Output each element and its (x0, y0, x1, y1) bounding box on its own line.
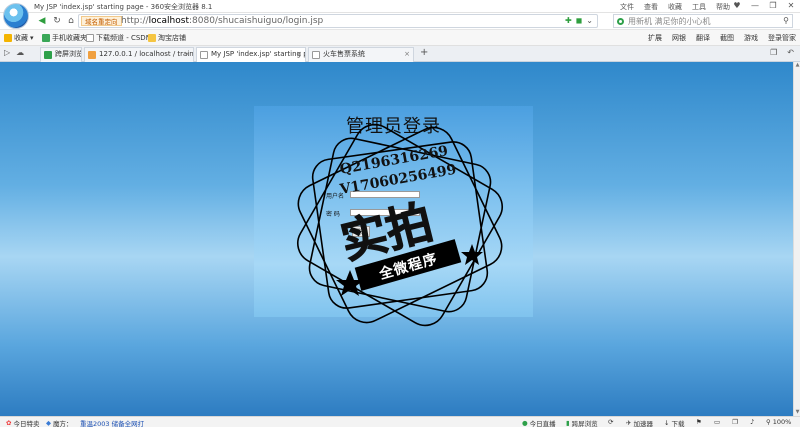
close-tab-icon[interactable]: × (404, 48, 410, 61)
close-tab-icon[interactable]: × (184, 48, 190, 61)
status-cross-screen[interactable]: ▮ 跨屏浏览 (566, 418, 598, 427)
tab-bar: ▷ ☁ 跨屏浏览 127.0.0.1 / localhost / trains:… (0, 46, 800, 62)
scroll-down-icon[interactable]: ▼ (794, 409, 800, 416)
bookmarks-bar: 收藏 ▾ 手机收藏夹 下载频道 - CSDN. 淘宝店铺 扩展 网银 翻译 截图… (0, 30, 800, 46)
menu-favorites[interactable]: 收藏 (668, 2, 682, 12)
cross-screen-icon (44, 51, 52, 59)
redirect-badge: 域名重定向 (81, 16, 122, 26)
tool-extensions[interactable]: 扩展 (648, 33, 662, 43)
bookmark-taobao[interactable]: 淘宝店铺 (148, 33, 186, 43)
status-zoom[interactable]: ⚲ 100% (766, 418, 791, 426)
tab-right-controls: ❐ ↶ (770, 48, 794, 57)
status-news-link[interactable]: 重温2003 储备全网打 (80, 418, 144, 427)
close-tab-icon[interactable]: × (296, 48, 302, 61)
tab-cross-screen[interactable]: 跨屏浏览 (40, 47, 82, 62)
status-accelerator[interactable]: ✈ 加速器 (626, 418, 653, 427)
browser-logo-icon[interactable] (3, 3, 29, 29)
tool-translate[interactable]: 翻译 (696, 33, 710, 43)
tab-train-system[interactable]: 火车售票系统 × (308, 47, 414, 62)
title-bar: My JSP 'index.jsp' starting page - 360安全… (0, 0, 800, 29)
status-download[interactable]: ↓ 下载 (664, 418, 684, 427)
secure-icon[interactable]: ✚ (565, 16, 572, 25)
tab-list-icon[interactable]: ❐ (770, 48, 777, 57)
tab-phpmyadmin[interactable]: 127.0.0.1 / localhost / trains: × (84, 47, 194, 62)
cube-icon: ◆ (46, 419, 51, 427)
compat-icon[interactable]: ◼ (576, 16, 583, 25)
page-icon (86, 34, 94, 42)
url-icons: ✚ ◼ ⌄ (565, 16, 593, 25)
bookmark-mobile[interactable]: 手机收藏夹 (42, 33, 87, 43)
phone-icon: ▮ (566, 419, 570, 427)
status-magic-cube[interactable]: ◆ 魔方： (46, 418, 73, 427)
tab-login-page[interactable]: My JSP 'index.jsp' starting p: × (196, 47, 306, 62)
status-live[interactable]: ● 今日直播 (522, 418, 556, 427)
address-bar: ◀ ↻ ⌂ 域名重定向 http://localhost:8080/shucai… (0, 13, 800, 30)
tab-page-icon (200, 51, 208, 59)
page-title: 管理员登录 (346, 116, 441, 137)
status-volume-icon[interactable]: ♪ (750, 418, 754, 426)
tool-screenshot[interactable]: 截图 (720, 33, 734, 43)
url-input[interactable]: 域名重定向 http://localhost:8080/shucaishuigu… (78, 14, 598, 28)
tab-page-icon (312, 51, 320, 59)
bookmark-tools: 扩展 网银 翻译 截图 游戏 登录管家 (648, 33, 796, 43)
bookmark-favorites[interactable]: 收藏 ▾ (4, 33, 34, 43)
title-menu: 文件 查看 收藏 工具 帮助 (620, 2, 730, 12)
zoom-icon: ⚲ (766, 418, 771, 426)
star-icon (4, 34, 12, 42)
gift-icon: ✿ (6, 419, 12, 427)
tab-left-controls: ▷ ☁ (4, 48, 24, 57)
live-icon: ● (522, 419, 528, 427)
menu-file[interactable]: 文件 (620, 2, 634, 12)
home-icon[interactable]: ⌂ (65, 15, 77, 27)
minimize-icon[interactable]: — (750, 1, 760, 10)
back-icon[interactable]: ◀ (36, 15, 48, 27)
search-engine-icon[interactable] (617, 18, 624, 25)
url-text: http://localhost:8080/shucaishuiguo/logi… (121, 16, 324, 26)
status-window-icon[interactable]: ▭ (714, 418, 720, 426)
undo-close-icon[interactable]: ↶ (787, 48, 794, 57)
menu-view[interactable]: 查看 (644, 2, 658, 12)
folder-icon (148, 34, 156, 42)
skin-icon[interactable]: ♥ (732, 1, 742, 10)
download-icon: ↓ (664, 419, 670, 427)
menu-tools[interactable]: 工具 (692, 2, 706, 12)
tool-bank[interactable]: 网银 (672, 33, 686, 43)
phone-icon (42, 34, 50, 42)
status-flag-icon[interactable]: ⚑ (696, 418, 702, 426)
status-tile-icon[interactable]: ❐ (732, 418, 738, 426)
status-sync-icon[interactable]: ⟳ (608, 418, 613, 426)
status-today-sale[interactable]: ✿ 今日特卖 (6, 418, 39, 427)
tool-login-manager[interactable]: 登录管家 (768, 33, 796, 43)
window-title: My JSP 'index.jsp' starting page - 360安全… (34, 3, 213, 11)
rocket-icon: ✈ (626, 419, 632, 427)
search-placeholder: 用新机 满足你的小心机 (628, 17, 711, 26)
vertical-scrollbar[interactable]: ▲ ▼ (793, 62, 800, 416)
scroll-up-icon[interactable]: ▲ (794, 62, 800, 69)
bookmark-csdn[interactable]: 下载频道 - CSDN. (86, 33, 153, 43)
restore-icon[interactable]: ❐ (768, 1, 778, 10)
close-icon[interactable]: ✕ (786, 1, 796, 10)
window-controls: ♥ — ❐ ✕ (732, 1, 796, 10)
dropdown-icon[interactable]: ⌄ (586, 16, 593, 25)
tool-games[interactable]: 游戏 (744, 33, 758, 43)
new-tab-icon[interactable]: + (420, 47, 428, 58)
search-icon[interactable]: ⚲ (783, 16, 789, 25)
refresh-icon[interactable]: ↻ (51, 15, 63, 27)
menu-help[interactable]: 帮助 (716, 2, 730, 12)
cloud-icon[interactable]: ☁ (16, 48, 24, 57)
sidebar-toggle-icon[interactable]: ▷ (4, 48, 10, 57)
search-input[interactable]: 用新机 满足你的小心机 ⚲ (613, 14, 793, 28)
status-bar: ✿ 今日特卖 ◆ 魔方： 重温2003 储备全网打 ● 今日直播 ▮ 跨屏浏览 ⟳ ✈ 加… (0, 416, 800, 427)
tab-page-icon (88, 51, 96, 59)
